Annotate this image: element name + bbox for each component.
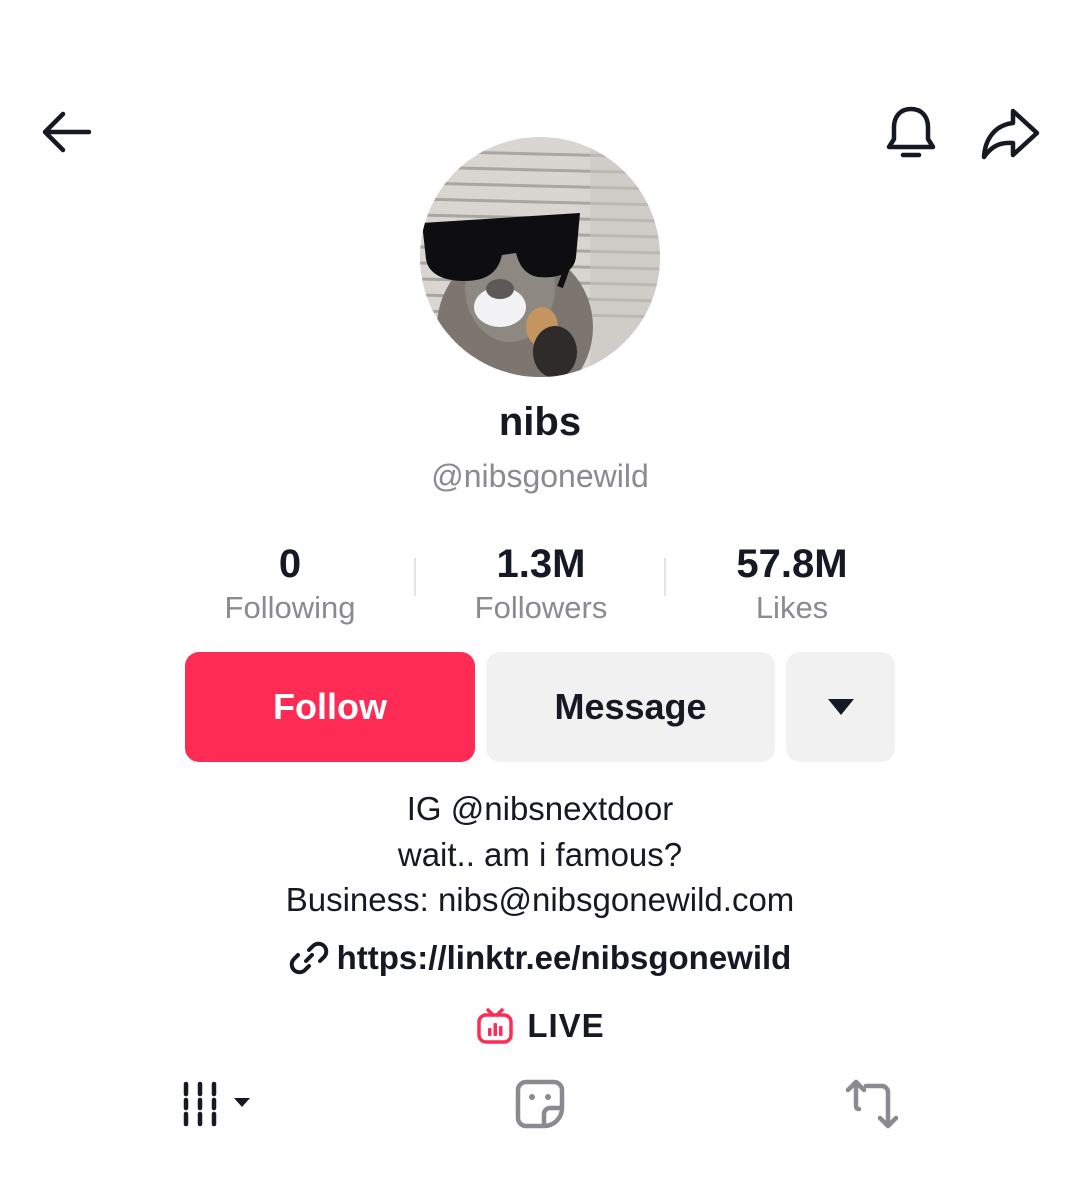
likes-count: 57.8M	[736, 542, 848, 586]
share-button[interactable]	[972, 98, 1048, 168]
live-tv-icon	[477, 1008, 514, 1044]
stat-followers[interactable]: 1.3M Followers	[416, 540, 666, 628]
more-options-button[interactable]	[786, 652, 895, 762]
link-icon	[289, 941, 328, 975]
live-button[interactable]: LIVE	[0, 1006, 1080, 1046]
live-label: LIVE	[527, 1007, 605, 1044]
caret-down-icon	[827, 699, 854, 715]
share-arrow-icon	[981, 108, 1040, 160]
following-count: 0	[278, 542, 302, 586]
username: @nibsgonewild	[431, 458, 649, 494]
sticker-icon	[515, 1079, 565, 1129]
bio-line: Business: nibs@nibsgonewild.com	[285, 881, 795, 918]
likes-label: Likes	[755, 590, 829, 625]
following-label: Following	[224, 590, 356, 625]
tab-reposts[interactable]	[840, 1074, 904, 1134]
avatar[interactable]	[420, 137, 660, 377]
notifications-button[interactable]	[876, 98, 946, 168]
stat-divider	[664, 558, 666, 596]
display-name: nibs	[498, 400, 582, 444]
tab-videos[interactable]	[176, 1074, 256, 1134]
message-button[interactable]: Message	[486, 652, 775, 762]
stat-following[interactable]: 0 Following	[165, 540, 415, 628]
follow-button[interactable]: Follow	[185, 652, 475, 762]
bio-link[interactable]: https://linktr.ee/nibsgonewild	[0, 938, 1080, 978]
followers-count: 1.3M	[496, 542, 586, 586]
tab-favorites[interactable]	[508, 1074, 572, 1134]
back-button[interactable]	[30, 100, 100, 164]
grid-icon	[183, 1081, 250, 1127]
avatar-image	[420, 137, 660, 377]
link-text: https://linktr.ee/nibsgonewild	[336, 939, 792, 976]
bio-line: IG @nibsnextdoor	[406, 790, 674, 827]
arrow-left-icon	[42, 111, 92, 153]
bio-line: wait.. am i famous?	[397, 836, 683, 873]
bell-icon	[886, 106, 936, 158]
repost-icon	[845, 1079, 899, 1129]
followers-label: Followers	[474, 590, 608, 625]
stat-likes[interactable]: 57.8M Likes	[667, 540, 917, 628]
